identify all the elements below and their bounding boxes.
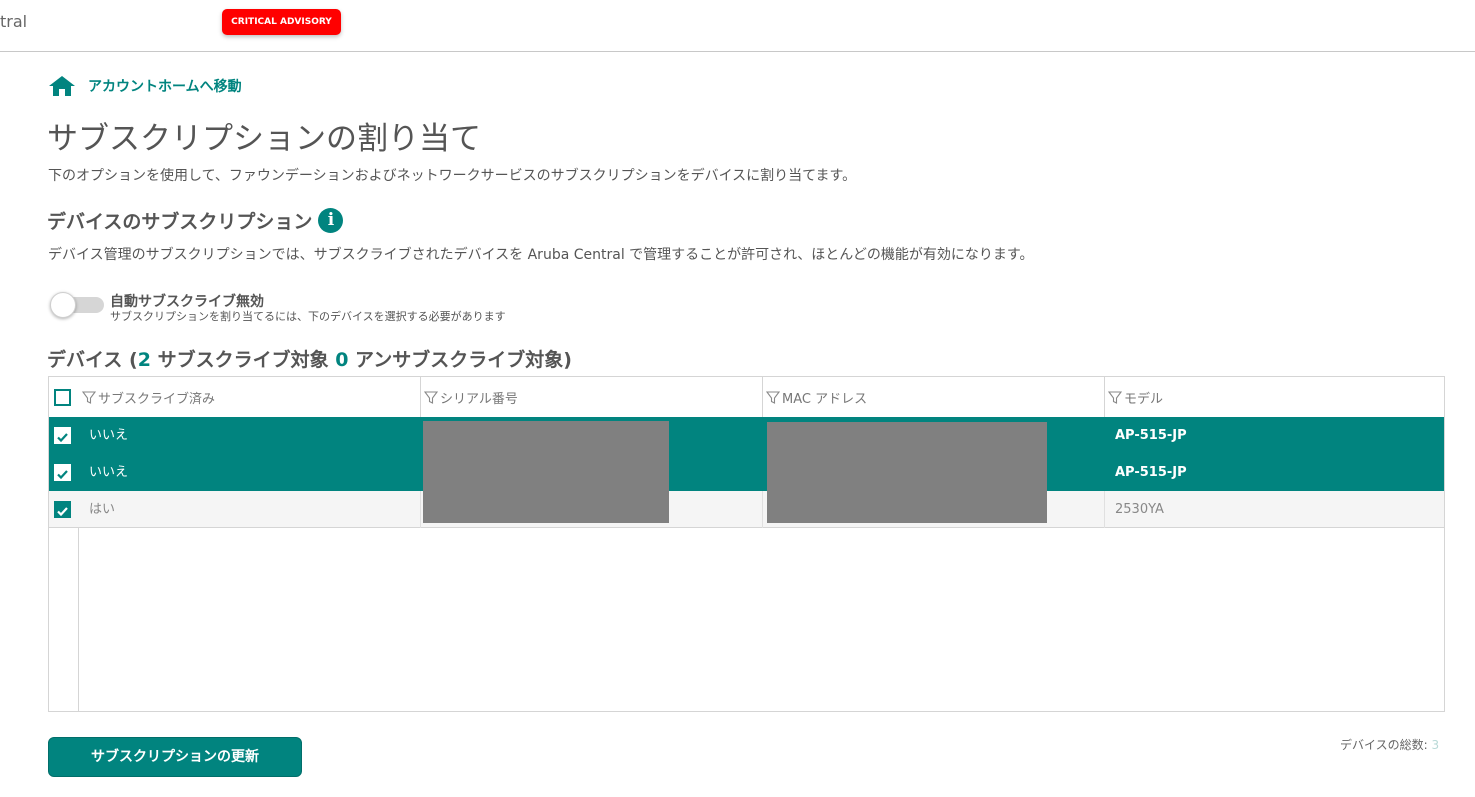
column-label: シリアル番号 <box>440 391 518 407</box>
unsubscribable-count: 0 <box>335 349 349 371</box>
home-icon <box>49 76 75 96</box>
brand-text: tral <box>0 12 28 31</box>
row-checkbox[interactable] <box>54 464 71 481</box>
redacted-serial-numbers <box>423 421 669 523</box>
subscribable-label: サブスクライブ対象 <box>150 349 336 371</box>
account-home-label: アカウントホームへ移動 <box>88 79 242 95</box>
auto-subscribe-toggle[interactable] <box>50 292 104 318</box>
device-subscription-heading: デバイスのサブスクリプション i <box>47 207 344 234</box>
cell-model: AP-515-JP <box>1115 465 1187 480</box>
column-header-model[interactable]: モデル <box>1108 377 1163 417</box>
checkmark-icon <box>57 507 68 517</box>
page-title: サブスクリプションの割り当て <box>47 121 481 157</box>
device-subscription-description: デバイス管理のサブスクリプションでは、サブスクライブされたデバイスを Aruba… <box>48 247 1034 263</box>
column-label: サブスクライブ済み <box>98 391 216 407</box>
checkmark-icon <box>57 470 68 480</box>
subscribable-count: 2 <box>137 349 151 371</box>
total-devices-label: デバイスの総数: <box>1340 738 1432 752</box>
cell-model: AP-515-JP <box>1115 428 1187 443</box>
cell-subscribed: いいえ <box>89 428 129 443</box>
toggle-knob <box>50 292 76 318</box>
column-header-subscribed[interactable]: サブスクライブ済み <box>82 377 215 417</box>
column-header-serial[interactable]: シリアル番号 <box>424 377 518 417</box>
column-divider <box>1104 491 1105 528</box>
table-row[interactable]: いいえ AP-515-JP <box>49 417 1444 454</box>
cell-subscribed: いいえ <box>89 465 129 480</box>
row-checkbox[interactable] <box>54 427 71 444</box>
devices-heading-prefix: デバイス ( <box>47 349 138 371</box>
filter-icon[interactable] <box>82 390 96 404</box>
auto-subscribe-sublabel: サブスクリプションを割り当てるには、下のデバイスを選択する必要があります <box>110 310 506 323</box>
select-all-checkbox[interactable] <box>54 389 71 406</box>
cell-model: 2530YA <box>1115 502 1164 517</box>
column-label: モデル <box>1124 391 1164 407</box>
top-bar: tral CRITICAL ADVISORY <box>0 0 1475 52</box>
table-header: サブスクライブ済み シリアル番号 MAC アドレス モデル <box>49 377 1444 417</box>
row-checkbox[interactable] <box>54 501 71 518</box>
redacted-mac-addresses <box>767 422 1047 523</box>
table-row[interactable]: いいえ AP-515-JP <box>49 454 1444 491</box>
column-header-mac[interactable]: MAC アドレス <box>766 377 867 417</box>
table-row[interactable]: はい 2530YA <box>49 491 1444 528</box>
checkmark-icon <box>57 433 68 443</box>
total-devices: デバイスの総数: 3 <box>1340 736 1439 753</box>
critical-advisory-badge[interactable]: CRITICAL ADVISORY <box>222 9 341 35</box>
update-subscription-button[interactable]: サブスクリプションの更新 <box>48 737 302 777</box>
total-devices-count: 3 <box>1431 738 1440 752</box>
device-subscription-title: デバイスのサブスクリプション <box>47 211 313 233</box>
filter-icon[interactable] <box>1108 390 1122 404</box>
filter-icon[interactable] <box>424 390 438 404</box>
info-icon[interactable]: i <box>318 208 344 233</box>
column-label: MAC アドレス <box>782 391 868 407</box>
cell-subscribed: はい <box>89 502 116 517</box>
unsubscribable-label: アンサブスクライブ対象) <box>348 349 572 371</box>
column-divider <box>762 491 763 528</box>
devices-table: サブスクライブ済み シリアル番号 MAC アドレス モデル いいえ AP-515… <box>48 376 1445 712</box>
page-description: 下のオプションを使用して、ファウンデーションおよびネットワークサービスのサブスク… <box>48 168 857 184</box>
devices-heading: デバイス (2 サブスクライブ対象 0 アンサブスクライブ対象) <box>47 345 572 372</box>
account-home-link[interactable]: アカウントホームへ移動 <box>48 74 242 98</box>
column-divider <box>420 491 421 528</box>
filter-icon[interactable] <box>766 390 780 404</box>
